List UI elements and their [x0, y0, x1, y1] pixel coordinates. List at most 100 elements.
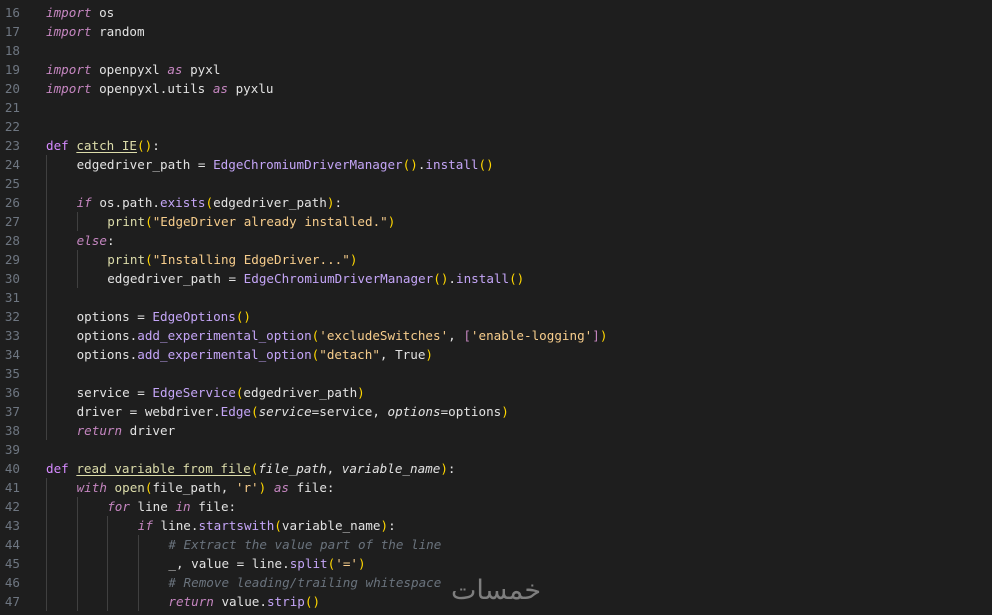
code-token: pyxl [182, 62, 221, 77]
code-text: edgedriver_path = EdgeChromiumDriverMana… [107, 269, 524, 288]
code-token: '=' [335, 556, 358, 571]
code-line[interactable]: 22 [0, 117, 992, 136]
line-number: 46 [4, 575, 20, 590]
code-line[interactable]: 31 [0, 288, 992, 307]
code-line[interactable]: 34 options.add_experimental_option("detac… [0, 345, 992, 364]
line-number: 36 [4, 385, 20, 400]
code-token: , [448, 328, 464, 343]
code-line[interactable]: 42 for line in file: [0, 497, 992, 516]
code-line[interactable]: 17 import random [0, 22, 992, 41]
line-number: 32 [4, 309, 20, 324]
code-token: edgedriver_path [213, 195, 327, 210]
code-text: else: [77, 231, 115, 250]
indent-guide [46, 212, 47, 231]
indent-guide [46, 269, 47, 288]
code-token: : [106, 233, 115, 248]
code-line[interactable]: 35 [0, 364, 992, 383]
code-line[interactable]: 23 def catch_IE(): [0, 136, 992, 155]
code-line[interactable]: 43 if line.startswith(variable_name): [0, 516, 992, 535]
line-number: 45 [4, 556, 20, 571]
indent-guide [46, 326, 47, 345]
code-token: , True [379, 347, 426, 362]
code-token: openpyxl.utils [91, 81, 213, 96]
code-line[interactable]: 27 print("EdgeDriver already installed.") [0, 212, 992, 231]
line-number: 42 [4, 499, 20, 514]
code-token: open [114, 480, 145, 495]
code-token: os.path. [91, 195, 161, 210]
line-number: 17 [4, 24, 20, 39]
code-line[interactable]: 44 # Extract the value part of the line [0, 535, 992, 554]
code-line[interactable]: 38 return driver [0, 421, 992, 440]
code-token: () [137, 138, 153, 153]
code-token: import [46, 81, 92, 96]
code-token: return [168, 594, 214, 609]
code-line[interactable]: 25 [0, 174, 992, 193]
line-number: 37 [4, 404, 20, 419]
code-token: for [107, 499, 130, 514]
code-line[interactable]: 29 print("Installing EdgeDriver...") [0, 250, 992, 269]
indent-guide [76, 592, 78, 611]
code-line[interactable]: 45 _, value = line.split('=') [0, 554, 992, 573]
line-number: 24 [4, 157, 20, 172]
indent-guide [46, 573, 47, 592]
line-number: 43 [4, 518, 20, 533]
code-token: edgedriver_path = [76, 157, 214, 172]
code-line[interactable]: 41 with open(file_path, 'r') as file: [0, 478, 992, 497]
code-line[interactable]: 21 [0, 98, 992, 117]
code-text: import random [46, 22, 145, 41]
code-line[interactable]: 24 edgedriver_path = EdgeChromiumDriverMa… [0, 155, 992, 174]
line-number: 30 [4, 271, 20, 286]
code-line[interactable]: 19 import openpyxl as pyxl [0, 60, 992, 79]
code-line[interactable]: 32 options = EdgeOptions() [0, 307, 992, 326]
indent-guide [76, 250, 78, 269]
code-token: line. [152, 518, 199, 533]
code-line[interactable]: 36 service = EdgeService(edgedriver_path) [0, 383, 992, 402]
code-line[interactable]: 16 import os [0, 3, 992, 22]
indent-guide [76, 212, 78, 231]
line-number: 22 [4, 119, 20, 134]
code-token: file: [288, 480, 335, 495]
code-editor[interactable]: 16 import os 17 import random 18 19 import ope… [0, 3, 992, 615]
code-line[interactable]: 20 import openpyxl.utils as pyxlu [0, 79, 992, 98]
code-line[interactable]: 30 edgedriver_path = EdgeChromiumDriverMa… [0, 269, 992, 288]
code-token: EdgeChromiumDriverManager [213, 157, 403, 172]
code-line[interactable]: 33 options.add_experimental_option('exclu… [0, 326, 992, 345]
code-line[interactable]: 28 else: [0, 231, 992, 250]
code-text: # Remove leading/trailing whitespace [168, 573, 441, 592]
code-token: print [107, 252, 146, 267]
code-text: # Extract the value part of the line [168, 535, 441, 554]
code-token: ) [440, 461, 448, 476]
code-token: ( [145, 252, 153, 267]
indent-guide [46, 307, 47, 326]
line-number: 23 [4, 138, 20, 153]
code-text: with open(file_path, 'r') as file: [77, 478, 335, 497]
code-token: ) [349, 252, 358, 267]
line-number: 29 [4, 252, 20, 267]
code-line[interactable]: 40 def read_variable_from_file(file_path,… [0, 459, 992, 478]
code-token: variable_name [341, 461, 441, 476]
code-token: EdgeService [152, 385, 236, 400]
code-token: : [447, 461, 456, 476]
code-line[interactable]: 37 driver = webdriver.Edge(service=servic… [0, 402, 992, 421]
code-token: pyxlu [228, 81, 274, 96]
code-text: for line in file: [107, 497, 236, 516]
code-token: EdgeOptions [152, 309, 236, 324]
indent-guide [46, 193, 47, 212]
code-line[interactable]: 18 [0, 41, 992, 60]
indent-guide [46, 497, 47, 516]
code-token: ) [357, 556, 366, 571]
code-token: file_path, [152, 480, 236, 495]
code-token: startswith [198, 518, 275, 533]
line-number: 40 [4, 461, 20, 476]
code-line[interactable]: 26 if os.path.exists(edgedriver_path): [0, 193, 992, 212]
code-token: ) [387, 214, 396, 229]
code-token: as [212, 81, 228, 96]
code-token: 'excludeSwitches' [319, 328, 449, 343]
code-token: ) [501, 404, 509, 419]
code-text: print("Installing EdgeDriver...") [107, 250, 357, 269]
code-token: ) [599, 328, 608, 343]
code-line[interactable]: 39 [0, 440, 992, 459]
code-token: split [289, 556, 328, 571]
code-token: =service, [311, 404, 388, 419]
